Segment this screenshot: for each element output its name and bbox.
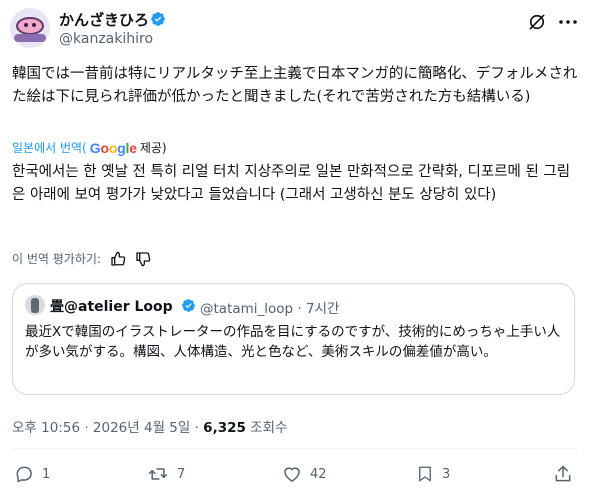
avatar-eye: [32, 23, 36, 27]
reply-button[interactable]: 1: [14, 464, 50, 484]
quoted-author-handle: @tatami_loop: [200, 301, 294, 317]
repost-count: 7: [177, 466, 186, 482]
divider: [12, 448, 578, 449]
avatar-eye: [24, 23, 28, 27]
avatar-character: [16, 17, 44, 35]
reply-icon: [16, 466, 32, 483]
heart-icon: [284, 467, 300, 482]
repost-button[interactable]: 7: [147, 464, 185, 484]
thumbs-up-icon[interactable]: [110, 251, 126, 267]
translated-by-prefix: 일본에서 번역(: [12, 141, 87, 155]
quoted-author-handle-time: @tatami_loop · 7시간: [200, 297, 339, 317]
author-handle[interactable]: @kanzakihiro: [59, 31, 153, 47]
quoted-tweet-time: · 7시간: [297, 301, 340, 317]
like-count: 42: [310, 466, 327, 482]
avatar-figure: [31, 298, 39, 313]
author-avatar[interactable]: [10, 8, 50, 48]
author-display-name[interactable]: かんざきひろ: [59, 9, 149, 30]
quoted-author-avatar: [25, 295, 45, 315]
tweet-timestamp: 오후 10:56 · 2026년 4월 5일 · 6,325 조회수: [12, 416, 287, 436]
like-button[interactable]: 42: [282, 464, 327, 484]
quoted-author-name: 畳@atelier Loop: [50, 299, 173, 315]
translated-by-line[interactable]: 일본에서 번역( Google 제공): [12, 139, 167, 156]
grok-icon[interactable]: [527, 12, 547, 32]
verified-badge-icon[interactable]: [150, 11, 166, 27]
translated-by-suffix: 제공): [139, 141, 167, 155]
tweet-original-text: 韓国では一昔前は特にリアルタッチ至上主義で日本マンガ的に簡略化、デフォルメされた…: [12, 66, 578, 105]
quoted-tweet-card[interactable]: 畳@atelier Loop @tatami_loop · 7시간 最近Xで韓国…: [12, 283, 575, 395]
more-options-icon[interactable]: [557, 12, 579, 32]
tweet-translated-text: 한국에서는 한 옛날 전 특히 리얼 터치 지상주의로 일본 만화적으로 간략화…: [12, 164, 571, 203]
share-button[interactable]: [553, 464, 573, 484]
repost-icon: [148, 468, 168, 480]
bookmark-count: 3: [442, 466, 451, 482]
tweet-date-time[interactable]: 오후 10:56 · 2026년 4월 5일 ·: [12, 420, 203, 436]
avatar-base: [14, 34, 46, 42]
bookmark-icon: [419, 466, 431, 482]
verified-badge-icon: [182, 299, 195, 312]
rate-translation-row: 이 번역 평가하기:: [12, 250, 151, 267]
thumbs-down-icon[interactable]: [135, 251, 151, 267]
views-count: 6,325: [203, 420, 246, 436]
views-label: 조회수: [245, 420, 288, 436]
rate-translation-label: 이 번역 평가하기:: [12, 252, 101, 266]
quoted-tweet-text: 最近Xで韓国のイラストレーターの作品を目にするのですが、技術的にめっちゃ上手い人…: [25, 324, 561, 360]
reply-count: 1: [42, 466, 51, 482]
share-icon: [555, 465, 571, 482]
bookmark-button[interactable]: 3: [416, 464, 450, 484]
google-logo: Google: [89, 139, 137, 156]
